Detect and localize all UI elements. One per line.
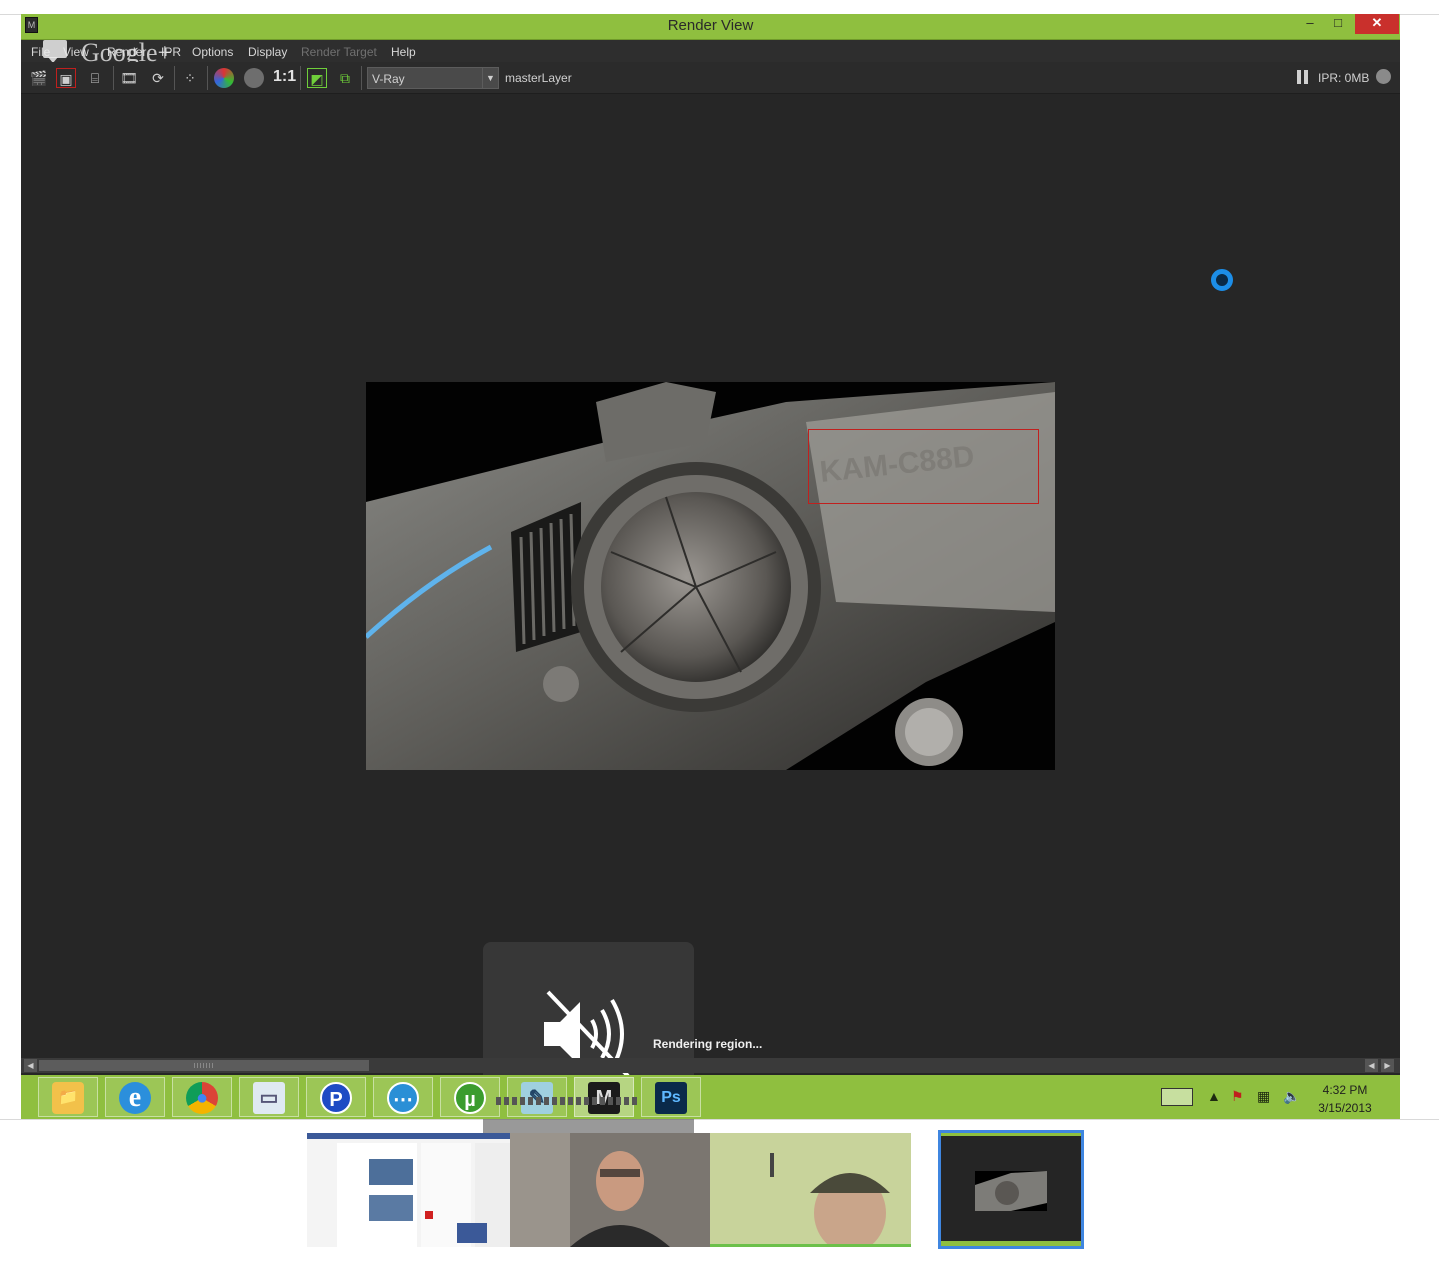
- windows-taskbar: 📁 e ● ▭ P ⋯ µ ✎ M: [21, 1075, 1400, 1119]
- clapper-icon[interactable]: 🎬: [29, 68, 49, 88]
- real-size-button[interactable]: 1:1: [273, 68, 296, 86]
- refresh-icon[interactable]: ⟳: [148, 68, 168, 88]
- render-status-text: Rendering region...: [653, 1037, 763, 1051]
- scroll-right-icon[interactable]: ▶: [1381, 1059, 1394, 1072]
- taskbar-internet-explorer[interactable]: e: [105, 1077, 165, 1117]
- volume-icon[interactable]: 🔈: [1283, 1088, 1300, 1105]
- toolbar-separator: [361, 66, 362, 90]
- region-render-icon[interactable]: ▣: [56, 68, 76, 88]
- pandora-icon: P: [320, 1082, 352, 1114]
- webcam-preview-2: [710, 1133, 911, 1244]
- rendered-image: KAM-C88D: [366, 382, 1055, 770]
- menu-render-target: Render Target: [301, 45, 377, 59]
- render-progress-dots: [496, 1097, 638, 1105]
- scroll-left-icon[interactable]: ◀: [1365, 1059, 1378, 1072]
- renderer-value: V-Ray: [372, 72, 405, 86]
- webcam-preview-1: [510, 1133, 710, 1247]
- participant-render-share[interactable]: [938, 1130, 1084, 1249]
- menu-bar: File View Render IPR Options Display Ren…: [21, 40, 1400, 62]
- toolbar-separator: [174, 66, 175, 90]
- window-title: Render View: [667, 17, 754, 34]
- render-view-window: M Render View – □ ✕ File View Render IPR…: [21, 14, 1400, 1142]
- dots-app-icon: ⋯: [387, 1082, 419, 1114]
- folder-icon: 📁: [52, 1082, 84, 1114]
- grip-icon: [194, 1063, 214, 1068]
- taskbar-file-explorer[interactable]: 📁: [38, 1077, 98, 1117]
- touch-keyboard-icon[interactable]: [1161, 1088, 1193, 1106]
- render-viewport[interactable]: KAM-C88D Rendering region...: [21, 94, 1400, 1142]
- show-hidden-icons-icon[interactable]: ▲: [1207, 1088, 1221, 1104]
- title-bar: M Render View – □ ✕: [21, 14, 1400, 40]
- participant-webcam-2[interactable]: [710, 1133, 911, 1247]
- renderer-dropdown[interactable]: V-Ray ▼: [367, 67, 499, 89]
- clock-date[interactable]: 3/15/2013: [1307, 1101, 1383, 1115]
- toolbar-separator: [300, 66, 301, 90]
- screen-share-preview: [307, 1133, 510, 1247]
- utorrent-icon: µ: [454, 1082, 486, 1114]
- hangout-chat-icon: [43, 40, 67, 63]
- snapshot-icon[interactable]: ⌸: [85, 68, 105, 88]
- pause-icon[interactable]: [1297, 70, 1309, 84]
- ipr-memory-status: IPR: 0MB: [1318, 71, 1370, 85]
- toolbar-separator: [113, 66, 114, 90]
- rgb-channels-icon[interactable]: [214, 68, 234, 88]
- action-center-flag-icon[interactable]: ⚑: [1231, 1088, 1244, 1105]
- ipr-render-icon[interactable]: 🎞: [119, 68, 139, 88]
- menu-display[interactable]: Display: [248, 45, 287, 59]
- scroll-left-icon[interactable]: ◀: [24, 1059, 37, 1072]
- hangout-page: M Render View – □ ✕ File View Render IPR…: [0, 0, 1439, 1275]
- scrollbar-thumb[interactable]: [39, 1060, 369, 1071]
- network-icon[interactable]: ▦: [1257, 1088, 1270, 1105]
- participant-webcam-1[interactable]: [510, 1133, 710, 1247]
- menu-options[interactable]: Options: [192, 45, 233, 59]
- taskbar-photoshop[interactable]: Ps: [641, 1077, 701, 1117]
- taskbar-chrome[interactable]: ●: [172, 1077, 232, 1117]
- remove-image-icon[interactable]: ⧉: [335, 68, 355, 88]
- photoshop-icon: Ps: [655, 1082, 687, 1114]
- taskbar-dots-app[interactable]: ⋯: [373, 1077, 433, 1117]
- minimize-button[interactable]: –: [1299, 14, 1321, 34]
- bottom-divider: [0, 1119, 1439, 1120]
- close-button[interactable]: ✕: [1355, 14, 1399, 34]
- ipr-status-icon: [1376, 69, 1391, 84]
- taskbar-utorrent[interactable]: µ: [440, 1077, 500, 1117]
- ipr-region-icon[interactable]: ⁘: [180, 68, 200, 88]
- alpha-icon[interactable]: [244, 68, 264, 88]
- chevron-down-icon[interactable]: ▼: [482, 68, 498, 88]
- maximize-button[interactable]: □: [1327, 14, 1349, 34]
- mouse-cursor-icon: [1211, 269, 1233, 291]
- image-viewer-icon: ▭: [253, 1082, 285, 1114]
- taskbar-image-viewer[interactable]: ▭: [239, 1077, 299, 1117]
- taskbar-pandora[interactable]: P: [306, 1077, 366, 1117]
- chrome-icon: ●: [186, 1082, 218, 1114]
- render-layer-label: masterLayer: [505, 71, 572, 85]
- render-toolbar: 🎬 ▣ ⌸ 🎞 ⟳ ⁘ 1:1 ◩ ⧉ V-Ray ▼ masterLayer …: [21, 62, 1400, 94]
- clock-time[interactable]: 4:32 PM: [1307, 1083, 1383, 1097]
- toolbar-separator: [207, 66, 208, 90]
- internet-explorer-icon: e: [119, 1082, 151, 1114]
- keep-image-icon[interactable]: ◩: [307, 68, 327, 88]
- render-share-preview: [941, 1133, 1081, 1246]
- horizontal-scrollbar[interactable]: ◀ ◀ ▶: [21, 1058, 1400, 1073]
- menu-help[interactable]: Help: [391, 45, 416, 59]
- render-region-marquee[interactable]: [808, 429, 1039, 504]
- participant-screen-share[interactable]: [307, 1133, 510, 1247]
